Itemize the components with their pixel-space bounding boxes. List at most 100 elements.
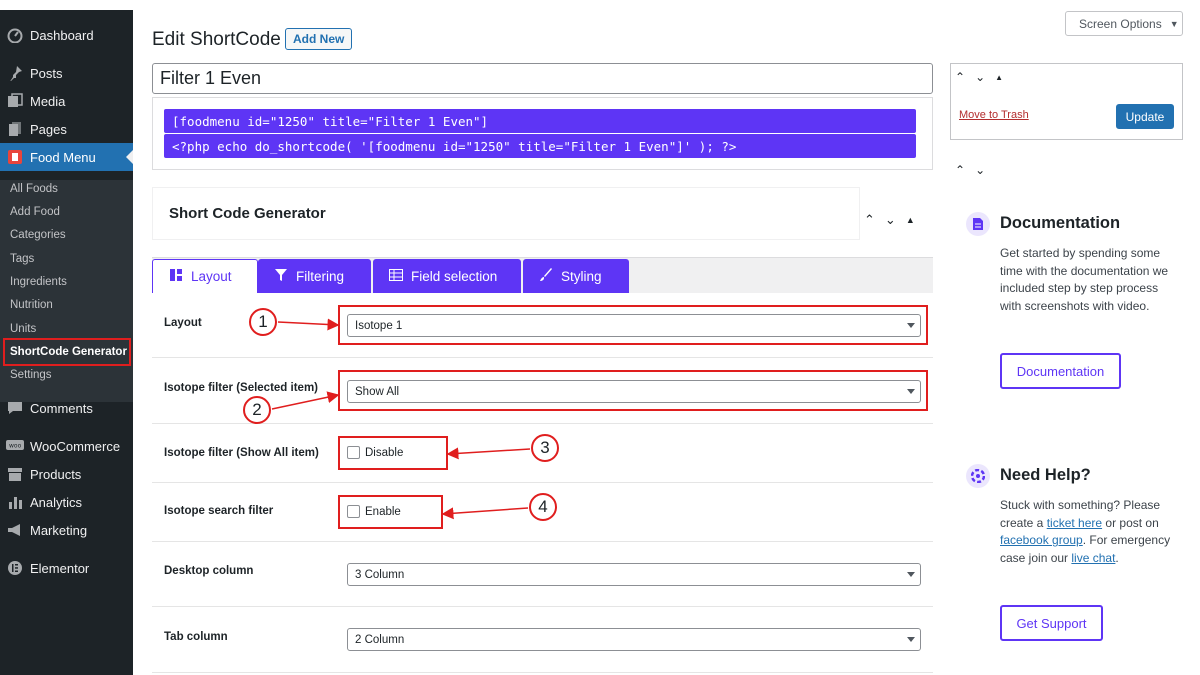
row-label: Isotope filter (Selected item) bbox=[164, 382, 319, 394]
annotation-box-2 bbox=[338, 370, 928, 411]
menu-label: Products bbox=[30, 466, 82, 482]
submenu-item-all-foods[interactable]: All Foods bbox=[10, 183, 58, 195]
submenu-item-categories[interactable]: Categories bbox=[10, 229, 66, 241]
chevron-down-icon[interactable]: ⌄ bbox=[975, 70, 985, 86]
generator-controls: ⌃ ⌄ ▲ bbox=[864, 212, 915, 228]
menu-label: Dashboard bbox=[30, 27, 94, 43]
screen-options-button[interactable]: Screen Options ▼ bbox=[1065, 11, 1183, 36]
lifebuoy-icon bbox=[966, 464, 990, 488]
annotation-box-1 bbox=[338, 305, 928, 345]
publish-box-controls: ⌃ ⌄ ▲ bbox=[955, 70, 1003, 86]
move-to-trash-link[interactable]: Move to Trash bbox=[959, 109, 1029, 121]
menu-item-products[interactable]: Products bbox=[0, 460, 133, 488]
submenu-item-nutrition[interactable]: Nutrition bbox=[10, 299, 53, 311]
pages-icon bbox=[0, 121, 30, 137]
chart-bar-icon bbox=[0, 494, 30, 510]
submenu-item-settings[interactable]: Settings bbox=[10, 369, 52, 381]
annotation-number-1: 1 bbox=[249, 308, 277, 336]
settings-row: Desktop column 3 Column bbox=[152, 542, 933, 607]
help-text-part: or post on bbox=[1102, 515, 1159, 530]
table-icon bbox=[389, 268, 403, 284]
menu-item-food-menu[interactable]: Food Menu bbox=[0, 143, 133, 171]
dashboard-icon bbox=[0, 27, 30, 43]
select-value: 2 Column bbox=[355, 633, 405, 646]
layout-icon bbox=[169, 268, 183, 285]
menu-item-marketing[interactable]: Marketing bbox=[0, 516, 133, 544]
post-title-input[interactable]: Filter 1 Even bbox=[152, 63, 933, 94]
chevron-up-icon[interactable]: ⌃ bbox=[955, 163, 965, 177]
menu-item-elementor[interactable]: Elementor bbox=[0, 554, 133, 582]
shortcode-text[interactable]: [foodmenu id="1250" title="Filter 1 Even… bbox=[164, 109, 916, 133]
tab-layout[interactable]: Layout bbox=[152, 259, 258, 293]
layout-tab-content: Layout Isotope 1 Isotope filter (Selecte… bbox=[152, 293, 933, 675]
menu-label: Analytics bbox=[30, 494, 83, 510]
annotation-number-4: 4 bbox=[529, 493, 557, 521]
submenu-item-ingredients[interactable]: Ingredients bbox=[10, 276, 67, 288]
shortcode-box: [foodmenu id="1250" title="Filter 1 Even… bbox=[152, 97, 933, 170]
submenu-item-add-food[interactable]: Add Food bbox=[10, 206, 60, 218]
facebook-group-link[interactable]: facebook group bbox=[1000, 533, 1083, 547]
tab-styling[interactable]: Styling bbox=[523, 259, 629, 293]
add-new-button[interactable]: Add New bbox=[285, 28, 353, 50]
help-text-part: . bbox=[1115, 550, 1119, 565]
brush-icon bbox=[539, 267, 553, 285]
caret-down-icon: ▼ bbox=[1169, 18, 1179, 29]
tab-filtering[interactable]: Filtering bbox=[258, 259, 371, 293]
triangle-up-icon[interactable]: ▲ bbox=[906, 212, 915, 228]
menu-item-posts[interactable]: Posts bbox=[0, 59, 133, 87]
row-label: Isotope filter (Show All item) bbox=[164, 447, 319, 459]
sidebar-box-controls: ⌃ ⌄ bbox=[955, 163, 985, 177]
documentation-button[interactable]: Documentation bbox=[1000, 353, 1121, 389]
php-code-text[interactable]: <?php echo do_shortcode( '[foodmenu id="… bbox=[164, 134, 916, 158]
desktop-column-select[interactable]: 3 Column bbox=[347, 563, 921, 586]
tab-field-selection[interactable]: Field selection bbox=[373, 259, 521, 293]
ticket-here-link[interactable]: ticket here bbox=[1047, 516, 1102, 530]
comment-icon bbox=[0, 400, 30, 416]
elementor-icon bbox=[0, 560, 30, 576]
row-label: Isotope search filter bbox=[164, 505, 274, 517]
menu-item-woocommerce[interactable]: woo WooCommerce bbox=[0, 432, 133, 460]
submenu-item-units[interactable]: Units bbox=[10, 323, 36, 335]
tab-column-select[interactable]: 2 Column bbox=[347, 628, 921, 651]
woocommerce-icon: woo bbox=[0, 440, 30, 452]
menu-label: Media bbox=[30, 93, 66, 109]
filter-icon bbox=[274, 268, 288, 285]
food-menu-icon bbox=[0, 149, 30, 165]
chevron-up-icon[interactable]: ⌃ bbox=[955, 70, 965, 86]
caret-down-icon bbox=[907, 572, 915, 577]
row-label: Layout bbox=[164, 317, 202, 329]
annotation-box-4 bbox=[338, 495, 443, 529]
tab-label: Field selection bbox=[411, 268, 498, 284]
tab-label: Layout bbox=[191, 269, 232, 284]
live-chat-link[interactable]: live chat bbox=[1071, 551, 1115, 565]
get-support-button[interactable]: Get Support bbox=[1000, 605, 1103, 641]
select-value: 3 Column bbox=[355, 568, 405, 581]
need-help-card: Need Help? Stuck with something? Please … bbox=[950, 438, 1183, 665]
documentation-title: Documentation bbox=[1000, 214, 1121, 232]
menu-item-pages[interactable]: Pages bbox=[0, 115, 133, 143]
menu-label: Elementor bbox=[30, 560, 90, 576]
row-label: Tab column bbox=[164, 631, 228, 643]
annotation-box-3 bbox=[338, 436, 448, 470]
chevron-up-icon[interactable]: ⌃ bbox=[864, 212, 875, 228]
svg-text:woo: woo bbox=[9, 443, 22, 450]
documentation-text: Get started by spending some time with t… bbox=[1000, 246, 1169, 313]
menu-label: WooCommerce bbox=[30, 438, 121, 454]
menu-item-comments[interactable]: Comments bbox=[0, 394, 133, 422]
food-menu-submenu: All Foods Add Food Categories Tags Ingre… bbox=[0, 180, 133, 402]
settings-row: Tab column 2 Column bbox=[152, 607, 933, 673]
megaphone-icon bbox=[0, 522, 30, 538]
submenu-item-tags[interactable]: Tags bbox=[10, 253, 34, 265]
menu-item-media[interactable]: Media bbox=[0, 87, 133, 115]
chevron-down-icon[interactable]: ⌄ bbox=[975, 163, 985, 177]
chevron-down-icon[interactable]: ⌄ bbox=[885, 212, 896, 228]
menu-label: Marketing bbox=[30, 522, 88, 538]
archive-icon bbox=[0, 466, 30, 482]
update-button[interactable]: Update bbox=[1116, 104, 1174, 129]
need-help-title: Need Help? bbox=[1000, 466, 1091, 484]
row-label: Desktop column bbox=[164, 565, 254, 577]
menu-item-analytics[interactable]: Analytics bbox=[0, 488, 133, 516]
documentation-card: Documentation Get started by spending so… bbox=[950, 192, 1183, 415]
triangle-up-icon[interactable]: ▲ bbox=[995, 70, 1003, 86]
menu-item-dashboard[interactable]: Dashboard bbox=[0, 21, 133, 49]
